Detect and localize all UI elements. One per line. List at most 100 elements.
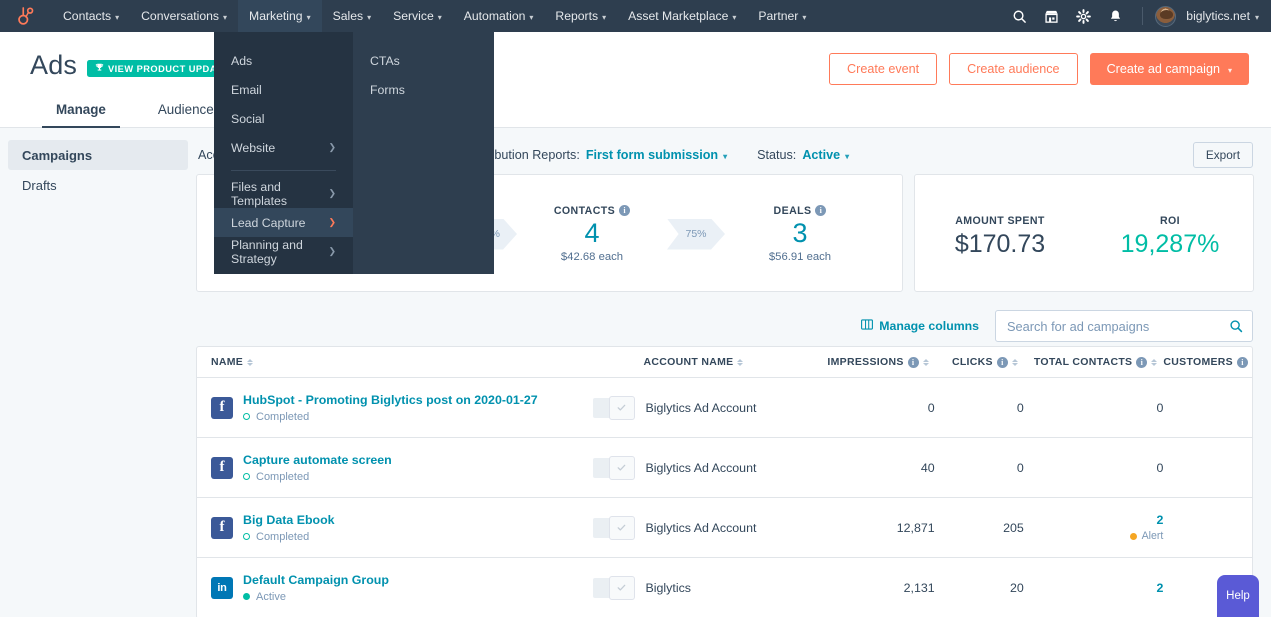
metric-label: ROI (1159, 215, 1181, 227)
menu-item-email[interactable]: Email (214, 75, 353, 104)
status-dot-icon (243, 533, 250, 540)
hubspot-logo[interactable] (0, 5, 52, 27)
table-row[interactable]: in Default Campaign Group Active Biglyti… (197, 558, 1252, 617)
info-icon[interactable]: i (619, 205, 631, 217)
nav-item-sales[interactable]: Sales ▾ (322, 0, 383, 32)
nav-item-label: Asset Marketplace (628, 9, 729, 23)
toggle-checkbox[interactable] (608, 395, 635, 420)
search-input[interactable] (996, 311, 1252, 341)
column-header-name[interactable]: NAME (197, 347, 585, 378)
tab-label: Manage (56, 102, 106, 117)
table-row[interactable]: f Big Data Ebook Completed Biglytics Ad … (197, 497, 1252, 558)
info-icon[interactable]: i (1237, 356, 1248, 368)
tab-manage[interactable]: Manage (30, 94, 132, 129)
filter-value-text: First form submission (585, 148, 719, 162)
table-row[interactable]: f HubSpot - Promoting Biglytics post on … (197, 377, 1252, 438)
nav-item-asset-marketplace[interactable]: Asset Marketplace ▾ (617, 0, 747, 32)
info-icon[interactable]: i (1136, 356, 1148, 368)
filter-value[interactable]: Active ▾ (802, 148, 849, 162)
sidebar-item-label: Drafts (22, 177, 57, 193)
status-label: Active (256, 590, 286, 603)
nav-item-reports[interactable]: Reports ▾ (544, 0, 617, 32)
menu-item-ads[interactable]: Ads (214, 46, 353, 75)
nav-item-label: Marketing (249, 9, 303, 23)
status-dot-icon (243, 593, 250, 601)
settings-gear-icon[interactable] (1068, 0, 1098, 32)
menu-item-ctas[interactable]: CTAs (353, 46, 494, 75)
account-menu[interactable]: biglytics.net ▾ (1186, 9, 1259, 23)
info-icon[interactable]: i (907, 356, 919, 368)
sidebar-item-drafts[interactable]: Drafts (8, 170, 188, 200)
campaign-name-link[interactable]: HubSpot - Promoting Biglytics post on 20… (243, 393, 538, 407)
create-audience-button[interactable]: Create audience (949, 53, 1078, 85)
menu-item-forms[interactable]: Forms (353, 75, 494, 104)
campaign-name-link[interactable]: Default Campaign Group (243, 573, 389, 587)
toggle-checkbox[interactable] (608, 455, 635, 480)
search-icon[interactable] (1004, 0, 1034, 32)
menu-item-label: CTAs (370, 53, 400, 68)
campaign-toggle[interactable] (592, 575, 635, 600)
column-header-account-name[interactable]: ACCOUNT NAME (643, 347, 825, 378)
cell-total-contacts[interactable]: 2 (1024, 558, 1163, 617)
chevron-right-icon: ❯ (328, 217, 336, 227)
button-label: Create ad campaign (1106, 62, 1220, 76)
menu-item-social[interactable]: Social (214, 104, 353, 133)
nav-item-automation[interactable]: Automation ▾ (453, 0, 545, 32)
menu-item-label: Files and Templates (231, 179, 288, 208)
linkedin-icon: in (211, 576, 233, 599)
export-button[interactable]: Export (1192, 142, 1253, 168)
check-icon (617, 404, 626, 411)
search-icon[interactable] (1229, 319, 1243, 333)
campaign-toggle[interactable] (592, 455, 635, 480)
total-contacts-link[interactable]: 2 (1024, 513, 1163, 527)
sort-icon[interactable] (247, 358, 254, 366)
sort-icon[interactable] (1011, 358, 1018, 366)
marketplace-icon[interactable] (1036, 0, 1066, 32)
notifications-bell-icon[interactable] (1100, 0, 1130, 32)
nav-item-marketing[interactable]: Marketing ▾ (238, 0, 322, 32)
create-ad-campaign-button[interactable]: Create ad campaign ▾ (1089, 53, 1249, 85)
campaign-name-link[interactable]: Big Data Ebook (243, 513, 335, 527)
manage-columns-button[interactable]: Manage columns (861, 319, 979, 333)
chevron-right-icon: ❯ (328, 142, 336, 152)
nav-item-conversations[interactable]: Conversations ▾ (130, 0, 238, 32)
nav-item-service[interactable]: Service ▾ (382, 0, 453, 32)
info-icon[interactable]: i (996, 356, 1008, 368)
toggle-checkbox[interactable] (608, 575, 635, 600)
sort-icon[interactable] (922, 358, 929, 366)
metric-deals: DEALS i 3 $56.91 each (725, 205, 875, 264)
campaign-name-link[interactable]: Capture automate screen (243, 453, 392, 467)
menu-item-planning-and-strategy[interactable]: Planning and Strategy ❯ (214, 237, 353, 266)
menu-item-website[interactable]: Website ❯ (214, 133, 353, 162)
avatar[interactable] (1155, 5, 1177, 27)
filter-attribution-reports[interactable]: Attribution Reports: First form submissi… (472, 148, 727, 162)
table-row[interactable]: f Capture automate screen Completed Bigl… (197, 437, 1252, 498)
campaign-toggle[interactable] (592, 515, 635, 540)
search-box[interactable] (995, 310, 1253, 342)
left-sidebar: Campaigns Drafts (0, 128, 196, 617)
column-header-customers[interactable]: CUSTOMERS i (1163, 347, 1252, 378)
page-header: Ads VIEW PRODUCT UPDATES Manage Audience… (0, 32, 1271, 129)
info-icon[interactable]: i (815, 205, 827, 217)
column-header-clicks[interactable]: CLICKS i (934, 347, 1024, 378)
sidebar-item-campaigns[interactable]: Campaigns (8, 140, 188, 170)
sort-icon[interactable] (737, 358, 744, 366)
menu-item-lead-capture[interactable]: Lead Capture ❯ (214, 208, 353, 237)
toggle-checkbox[interactable] (608, 515, 635, 540)
menu-item-files-and-templates[interactable]: Files and Templates ❯ (214, 179, 353, 208)
column-header-impressions[interactable]: IMPRESSIONS i (824, 347, 935, 378)
nav-item-partner[interactable]: Partner ▾ (747, 0, 817, 32)
create-event-button[interactable]: Create event (829, 53, 938, 85)
column-label: CLICKS (951, 356, 993, 368)
check-icon (617, 584, 626, 591)
campaign-toggle[interactable] (592, 395, 635, 420)
sort-icon[interactable] (1151, 358, 1158, 366)
nav-item-label: Contacts (63, 9, 112, 23)
filter-status[interactable]: Status: Active ▾ (757, 148, 849, 162)
filter-value[interactable]: First form submission ▾ (586, 148, 727, 162)
menu-item-label: Website (231, 140, 276, 155)
cell-name: f Capture automate screen Completed (197, 437, 585, 498)
nav-item-contacts[interactable]: Contacts ▾ (52, 0, 130, 32)
help-button[interactable]: Help (1217, 575, 1259, 617)
column-header-total-contacts[interactable]: TOTAL CONTACTS i (1023, 347, 1164, 378)
